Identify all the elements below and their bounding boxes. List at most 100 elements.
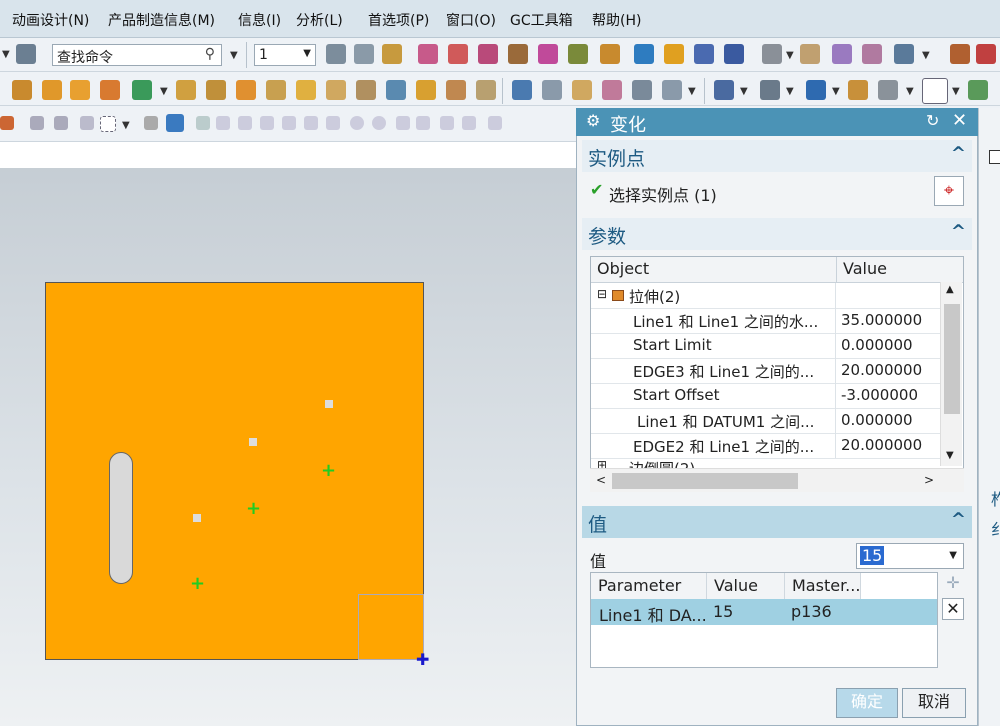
chevron-up-icon[interactable]: ^ xyxy=(951,143,966,164)
chevron-down-icon[interactable]: ▼ xyxy=(952,86,960,97)
mirror-icon[interactable] xyxy=(266,80,286,100)
boss-icon[interactable] xyxy=(206,80,226,100)
unite-icon[interactable] xyxy=(100,80,120,100)
reset-icon[interactable]: ↻ xyxy=(926,111,939,130)
value-input[interactable]: 15 ▼ xyxy=(856,543,964,569)
set-wcs-icon[interactable] xyxy=(538,44,558,64)
show-all-icon[interactable] xyxy=(724,44,744,64)
column-header-value[interactable]: Value xyxy=(837,257,963,283)
chevron-down-icon[interactable]: ▼ xyxy=(160,86,168,97)
menu-preferences[interactable]: 首选项(P) xyxy=(368,10,429,30)
line-icon[interactable] xyxy=(216,116,230,130)
add-parameter-icon[interactable]: ✛ xyxy=(942,573,964,595)
circle-icon[interactable] xyxy=(372,116,386,130)
scroll-right-icon[interactable]: > xyxy=(924,473,934,487)
snap-mid-icon[interactable] xyxy=(80,116,94,130)
measure-distance-icon[interactable] xyxy=(762,44,782,64)
view-filter-icon[interactable] xyxy=(144,116,158,130)
save-wcs-icon[interactable] xyxy=(600,44,620,64)
offset-face-icon[interactable] xyxy=(446,80,466,100)
slash-icon[interactable] xyxy=(416,116,430,130)
table-row[interactable]: Line1 和 DA... 15 p136 xyxy=(591,599,937,625)
inspect-icon[interactable] xyxy=(950,44,970,64)
table-row[interactable]: EDGE2 和 Line1 之间的... 20.000000 xyxy=(591,433,941,459)
snap-point-icon[interactable] xyxy=(30,116,44,130)
scroll-down-icon[interactable]: ▼ xyxy=(946,450,954,461)
measure-body-icon[interactable] xyxy=(832,44,852,64)
close-icon[interactable]: ✕ xyxy=(952,110,967,131)
point-dialog-button[interactable]: ⌖ xyxy=(934,176,964,206)
panel-icon[interactable] xyxy=(989,150,1000,164)
cylinder-icon[interactable] xyxy=(542,80,562,100)
snap-settings-icon[interactable] xyxy=(462,116,476,130)
search-icon[interactable]: ⚲ xyxy=(205,46,215,62)
remove-parameter-icon[interactable]: ✕ xyxy=(942,598,964,620)
chevron-down-icon[interactable]: ▼ xyxy=(740,86,748,97)
collapse-icon[interactable]: ⊟ xyxy=(597,287,607,301)
section-icon[interactable] xyxy=(862,44,882,64)
shading-icon[interactable] xyxy=(662,80,682,100)
chevron-down-icon[interactable]: ▼ xyxy=(786,86,794,97)
plus-point-icon[interactable] xyxy=(396,116,410,130)
section-value[interactable]: 值 ^ xyxy=(582,506,972,538)
menu-help[interactable]: 帮助(H) xyxy=(592,10,641,30)
select-rectangle-icon[interactable] xyxy=(100,116,116,132)
chevron-down-icon[interactable]: ▼ xyxy=(688,86,696,97)
hole-icon[interactable] xyxy=(176,80,196,100)
scroll-up-icon[interactable]: ▲ xyxy=(946,284,954,295)
scale-body-icon[interactable] xyxy=(476,80,496,100)
ok-button[interactable]: 确定 xyxy=(836,688,898,718)
solid-filter-icon[interactable] xyxy=(166,114,184,132)
spline-icon[interactable] xyxy=(282,116,296,130)
view-orient-icon[interactable] xyxy=(806,80,826,100)
instance-point[interactable] xyxy=(325,400,333,408)
select-filter-icon[interactable] xyxy=(0,116,14,130)
snap-face-icon[interactable] xyxy=(440,116,454,130)
rotate-wcs-icon[interactable] xyxy=(478,44,498,64)
fit-view-icon[interactable] xyxy=(714,80,734,100)
show-icon[interactable] xyxy=(694,44,714,64)
wcs-icon[interactable] xyxy=(418,44,438,64)
curve-icon[interactable] xyxy=(304,116,318,130)
filter-icon[interactable] xyxy=(16,44,36,64)
menu-window[interactable]: 窗口(O) xyxy=(446,10,496,30)
wcs-origin-icon[interactable] xyxy=(448,44,468,64)
trim-body-icon[interactable] xyxy=(386,80,406,100)
color-swatch-icon[interactable] xyxy=(922,78,948,104)
sketch-icon[interactable] xyxy=(12,80,32,100)
draft-icon[interactable] xyxy=(416,80,436,100)
chevron-down-icon[interactable]: ▼ xyxy=(786,50,794,61)
instance-point[interactable] xyxy=(249,438,257,446)
chamfer-icon[interactable] xyxy=(326,80,346,100)
instance-point[interactable] xyxy=(193,514,201,522)
move-to-layer-icon[interactable] xyxy=(354,44,374,64)
menu-analysis[interactable]: 分析(L) xyxy=(296,10,343,30)
edge-blend-icon[interactable] xyxy=(296,80,316,100)
gear-icon[interactable]: ⚙ xyxy=(586,111,600,130)
render-style-icon[interactable] xyxy=(760,80,780,100)
datum-plane-icon[interactable] xyxy=(132,80,152,100)
table-row[interactable]: Line1 和 Line1 之间的水... 35.000000 xyxy=(591,308,941,334)
cancel-button[interactable]: 取消 xyxy=(902,688,966,718)
vertical-scrollbar[interactable]: ▲ ▼ xyxy=(940,282,962,466)
scrollbar-thumb[interactable] xyxy=(612,473,798,489)
line-2-icon[interactable] xyxy=(238,116,252,130)
table-row[interactable]: ⊟ 拉伸(2) xyxy=(591,283,941,309)
datum-csys-icon[interactable]: ✚ xyxy=(416,650,429,669)
hide-icon[interactable] xyxy=(664,44,684,64)
table-row[interactable]: Line1 和 DATUM1 之间... 0.000000 xyxy=(591,408,941,434)
pattern-icon[interactable] xyxy=(236,80,256,100)
chevron-down-icon[interactable]: ▼ xyxy=(832,86,840,97)
sphere-icon[interactable] xyxy=(602,80,622,100)
chevron-up-icon[interactable]: ^ xyxy=(951,221,966,242)
menu-pmi[interactable]: 产品制造信息(M) xyxy=(108,10,215,30)
column-header-parameter[interactable]: Parameter xyxy=(591,573,707,599)
ruler-icon[interactable] xyxy=(894,44,914,64)
object-display-icon[interactable] xyxy=(634,44,654,64)
table-row[interactable]: EDGE3 和 Line1 之间的... 20.000000 xyxy=(591,358,941,384)
table-row[interactable]: Start Offset -3.000000 xyxy=(591,383,941,409)
section-instance-point[interactable]: 实例点 ^ xyxy=(582,140,972,172)
scrollbar-thumb[interactable] xyxy=(944,304,960,414)
edit-object-icon[interactable] xyxy=(968,80,988,100)
circle-center-icon[interactable] xyxy=(350,116,364,130)
